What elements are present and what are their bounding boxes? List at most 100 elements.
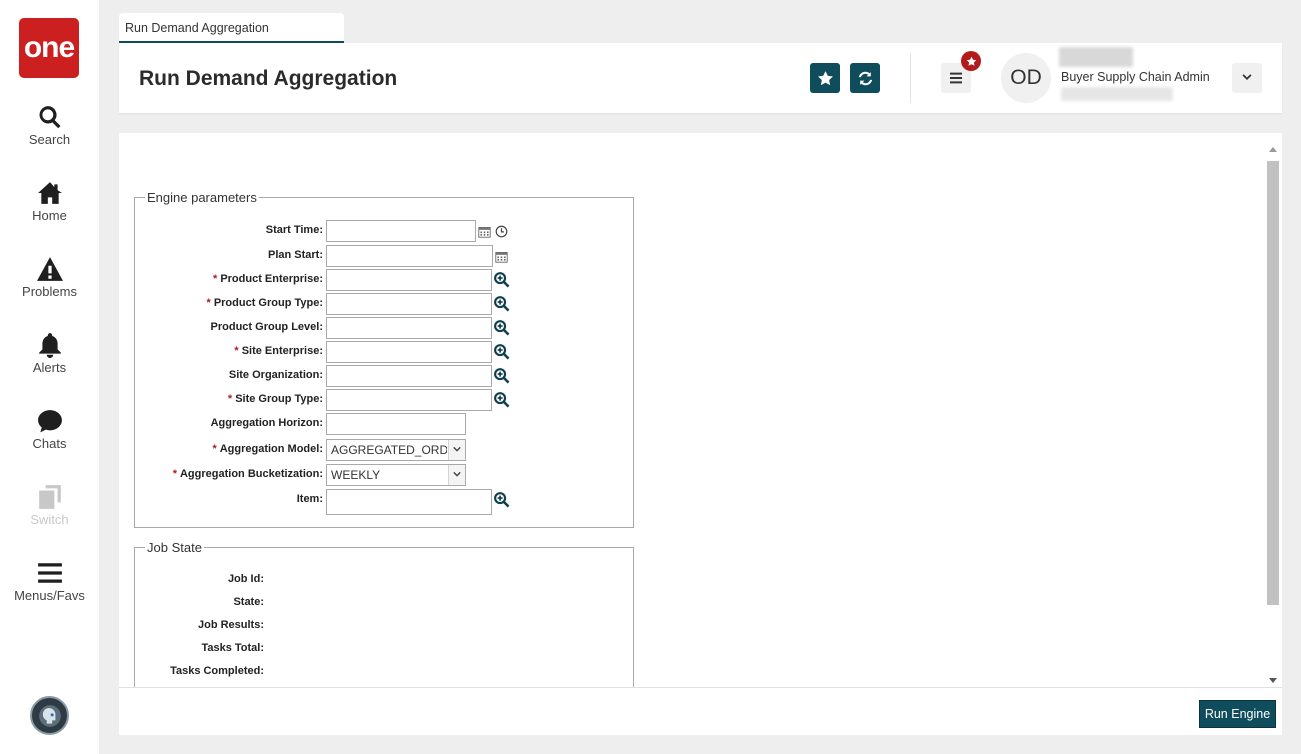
refresh-button[interactable] (850, 63, 880, 93)
warning-icon (36, 257, 63, 281)
site-enterprise-row: * Site Enterprise: (134, 341, 634, 363)
product-group-level-input[interactable] (326, 317, 492, 339)
main-panel: Engine parameters Start Time: Plan Start… (119, 133, 1282, 735)
select-arrow (448, 440, 465, 460)
product-group-type-row: * Product Group Type: (134, 293, 634, 315)
sidebar-item-home[interactable]: Home (0, 180, 99, 240)
product-enterprise-label: * Product Enterprise: (213, 273, 323, 285)
aggregation-horizon-row: Aggregation Horizon: (134, 413, 634, 435)
run-engine-button[interactable]: Run Engine (1199, 700, 1276, 728)
engine-parameters-legend: Engine parameters (147, 190, 257, 205)
aggregation-model-label: * Aggregation Model: (212, 443, 323, 455)
search-icon (39, 106, 61, 129)
sidebar-item-alerts[interactable]: Alerts (0, 332, 99, 392)
start-time-label: Start Time: (265, 224, 323, 236)
required-marker: * (213, 273, 218, 285)
chevron-down-icon (453, 446, 461, 452)
start-time-calendar-button[interactable] (476, 222, 493, 240)
scroll-up-arrow[interactable] (1269, 147, 1277, 152)
sidebar: one Search Home Problems Alerts Chats Sw… (0, 0, 99, 754)
state-row: State: (134, 596, 634, 614)
aggregation-model-row: * Aggregation Model: AGGREGATED_ORDEI (134, 439, 634, 461)
item-lookup-button[interactable] (493, 491, 511, 509)
product-enterprise-lookup-button[interactable] (493, 271, 511, 289)
site-group-type-row: * Site Group Type: (134, 389, 634, 411)
notification-badge[interactable] (961, 51, 981, 71)
aggregation-bucketization-row: * Aggregation Bucketization: WEEKLY (134, 464, 634, 486)
sidebar-item-chats[interactable]: Chats (0, 408, 99, 468)
site-group-type-lookup-button[interactable] (493, 391, 511, 409)
sidebar-item-search[interactable]: Search (0, 104, 99, 164)
page-title: Run Demand Aggregation (139, 67, 398, 90)
job-results-label: Job Results: (197, 619, 264, 631)
zoom-in-icon (494, 368, 510, 384)
site-organization-row: Site Organization: (134, 365, 634, 387)
sidebar-item-label: Problems (22, 284, 77, 299)
scroll-down-arrow[interactable] (1269, 678, 1277, 683)
one-logo[interactable]: one (19, 18, 79, 78)
footer-divider (119, 687, 1282, 688)
site-group-type-label: * Site Group Type: (227, 393, 323, 405)
site-organization-lookup-button[interactable] (493, 367, 511, 385)
product-group-level-lookup-button[interactable] (493, 319, 511, 337)
site-group-type-input[interactable] (326, 389, 492, 411)
vertical-scrollbar[interactable] (1265, 143, 1281, 687)
product-group-level-label: Product Group Level: (210, 321, 323, 333)
user-avatar[interactable]: OD (1001, 53, 1051, 103)
star-badge-icon (966, 56, 976, 66)
site-enterprise-lookup-button[interactable] (493, 343, 511, 361)
start-time-input[interactable] (326, 220, 476, 242)
redacted-user-name (1059, 47, 1133, 67)
product-group-type-lookup-button[interactable] (493, 295, 511, 313)
aggregation-model-value: AGGREGATED_ORDEI (331, 443, 447, 457)
chat-bubble-icon (37, 410, 62, 433)
home-icon (37, 182, 62, 204)
product-group-level-row: Product Group Level: (134, 317, 634, 339)
form-content: Engine parameters Start Time: Plan Start… (119, 133, 1264, 687)
tasks-total-label: Tasks Total: (201, 642, 264, 654)
sidebar-item-menus-favs[interactable]: Menus/Favs (0, 560, 99, 620)
plan-start-calendar-button[interactable] (493, 247, 510, 265)
job-state-legend: Job State (147, 540, 202, 555)
assistant-avatar[interactable] (30, 696, 69, 735)
product-enterprise-input[interactable] (326, 269, 492, 291)
scroll-thumb[interactable] (1267, 161, 1279, 605)
aggregation-model-select[interactable]: AGGREGATED_ORDEI (326, 439, 466, 461)
job-results-row: Job Results: (134, 619, 634, 637)
zoom-in-icon (494, 272, 510, 288)
plan-start-label: Plan Start: (267, 249, 323, 261)
robot-head-icon (38, 704, 61, 727)
required-marker: * (212, 443, 217, 455)
favorite-button[interactable] (810, 63, 840, 93)
sidebar-item-label: Chats (32, 436, 67, 451)
site-enterprise-input[interactable] (326, 341, 492, 363)
required-marker: * (172, 468, 177, 480)
user-menu-dropdown[interactable] (1232, 63, 1262, 93)
aggregation-horizon-input[interactable] (326, 413, 466, 435)
sidebar-item-switch: Switch (0, 484, 99, 544)
item-input[interactable] (326, 489, 492, 515)
select-arrow (448, 465, 465, 485)
plan-start-input[interactable] (326, 245, 493, 267)
chevron-down-icon (1242, 74, 1252, 80)
zoom-in-icon (494, 492, 510, 508)
zoom-in-icon (494, 392, 510, 408)
redacted-user-org (1061, 87, 1173, 101)
aggregation-bucketization-select[interactable]: WEEKLY (326, 464, 466, 486)
header-divider (910, 53, 911, 103)
required-marker: * (227, 393, 233, 405)
zoom-in-icon (494, 344, 510, 360)
clock-icon (495, 225, 508, 237)
sidebar-item-label: Menus/Favs (14, 588, 85, 603)
tab-run-demand-aggregation[interactable]: Run Demand Aggregation (119, 13, 344, 43)
job-id-row: Job Id: (134, 573, 634, 591)
site-organization-input[interactable] (326, 365, 492, 387)
sidebar-item-problems[interactable]: Problems (0, 256, 99, 316)
zoom-in-icon (494, 296, 510, 312)
start-time-clock-button[interactable] (493, 222, 510, 240)
state-label: State: (233, 596, 264, 608)
product-group-type-input[interactable] (326, 293, 492, 315)
start-time-row: Start Time: (134, 220, 634, 242)
switch-icon (38, 485, 61, 509)
star-icon (817, 70, 833, 85)
